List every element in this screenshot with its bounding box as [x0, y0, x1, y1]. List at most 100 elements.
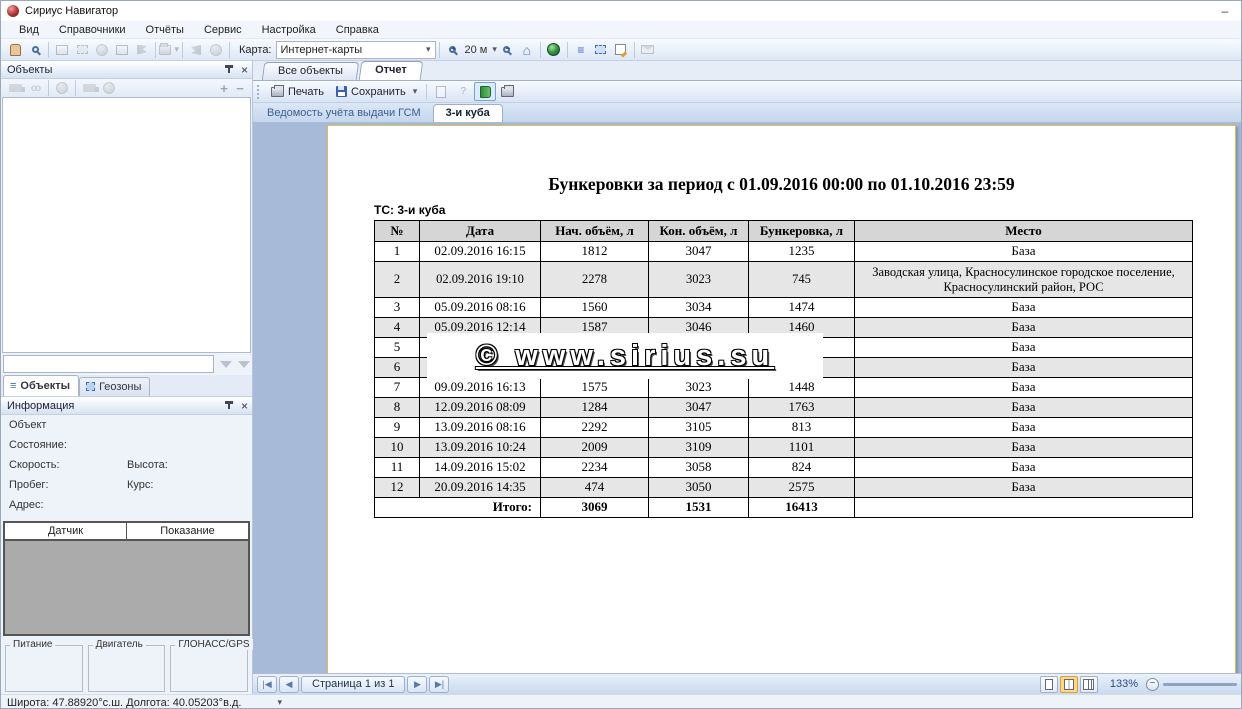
zoom-select-icon[interactable]	[25, 41, 45, 59]
pan-icon[interactable]	[5, 41, 25, 59]
filter-icon[interactable]	[220, 361, 232, 368]
report-tab-1[interactable]: 3-и куба	[433, 104, 503, 122]
report-col-header: Бункеровка, л	[749, 221, 855, 242]
menu-item-5[interactable]: Справка	[326, 23, 389, 37]
group-box-2: ГЛОНАСС/GPS	[170, 645, 248, 692]
mail-icon[interactable]	[638, 41, 658, 59]
track-object-icon[interactable]	[99, 79, 119, 97]
sidebar-tab-0[interactable]: ≡Объекты	[3, 375, 79, 396]
report-col-header: Дата	[420, 221, 541, 242]
flag-tool-icon[interactable]	[132, 41, 152, 59]
main-area: Все объектыОтчет Печать Сохранить ▾ ?	[253, 61, 1241, 694]
group-box-0: Питание	[5, 645, 83, 692]
first-page-button[interactable]: |◀	[257, 676, 277, 693]
report-row-9: 913.09.2016 08:1622923105813База	[375, 418, 1193, 438]
save-button[interactable]: Сохранить ▾	[330, 82, 423, 101]
state-label: Состояние:	[9, 439, 67, 459]
report-viewer[interactable]: Бункеровки за период с 01.09.2016 00:00 …	[253, 122, 1241, 673]
objects-panel-title: Объекты	[7, 64, 224, 76]
report-tab-0[interactable]: Ведомость учёта выдачи ГСМ	[255, 105, 433, 122]
coordinates-text: Широта: 47.88920°с.ш. Долгота: 40.05203°…	[7, 697, 241, 709]
toolbar-grip	[257, 85, 261, 99]
map-toolbar: ▾ Карта: Интернет-карты ▾ + 20 м ▾ − ⌂ ≡	[1, 39, 1241, 61]
geozone-select-icon[interactable]	[591, 41, 611, 59]
status-bar: Широта: 47.88920°с.ш. Долгота: 40.05203°…	[1, 694, 1241, 709]
report-toolbar: Печать Сохранить ▾ ?	[253, 81, 1241, 103]
collapse-all-icon[interactable]: −	[232, 81, 248, 96]
single-page-view-button[interactable]	[1040, 676, 1058, 693]
globe-icon[interactable]	[544, 41, 564, 59]
objects-list-icon[interactable]: ≡	[571, 41, 591, 59]
select-area-icon[interactable]	[52, 41, 72, 59]
objects-tree[interactable]	[2, 97, 251, 353]
app-icon	[7, 5, 19, 17]
report-col-header: Место	[855, 221, 1193, 242]
menu-item-3[interactable]: Сервис	[194, 23, 252, 37]
menu-item-0[interactable]: Вид	[9, 23, 49, 37]
expand-all-icon[interactable]: +	[216, 81, 232, 96]
window-title: Сириус Навигатор	[25, 5, 1215, 17]
report-tabs: Ведомость учёта выдачи ГСМ3-и куба	[253, 103, 1241, 122]
zoom-in-icon[interactable]: +	[443, 41, 463, 59]
print-button[interactable]: Печать	[265, 82, 330, 101]
add-group-icon[interactable]	[5, 79, 25, 97]
main-tab-1[interactable]: Отчет	[359, 61, 423, 80]
sidebar-tab-label: Объекты	[20, 380, 70, 392]
pin-icon[interactable]	[224, 65, 235, 76]
zoom-out-button[interactable]: −	[1146, 678, 1159, 691]
report-totals-row: Итого:3069153116413	[375, 498, 1193, 518]
track-icon[interactable]	[206, 41, 226, 59]
last-page-button[interactable]: ▶|	[429, 676, 449, 693]
zoom-percent: 133%	[1110, 678, 1138, 690]
report-col-header: №	[375, 221, 420, 242]
home-icon[interactable]: ⌂	[517, 41, 537, 59]
close-icon[interactable]: ×	[241, 64, 248, 76]
sidebar-tab-1[interactable]: Геозоны	[79, 377, 150, 396]
rectangle-tool-icon[interactable]	[112, 41, 132, 59]
circle-tool-icon[interactable]	[92, 41, 112, 59]
zoom-out-icon[interactable]: −	[497, 41, 517, 59]
help-button[interactable]: ?	[452, 82, 474, 101]
menu-item-2[interactable]: Отчёты	[136, 23, 194, 37]
filter-input[interactable]	[3, 355, 214, 373]
page-setup-button[interactable]	[430, 82, 452, 101]
vehicle-icon[interactable]	[79, 79, 99, 97]
info-panel-header: Информация ×	[1, 397, 252, 415]
book-view-button[interactable]	[474, 82, 496, 101]
close-icon[interactable]: ×	[241, 400, 248, 412]
save-dropdown-icon[interactable]: ▾	[413, 86, 418, 97]
report-row-11: 1114.09.2016 15:0222343058824База	[375, 458, 1193, 478]
menu-item-1[interactable]: Справочники	[49, 23, 136, 37]
main-tab-0[interactable]: Все объекты	[262, 62, 359, 80]
object-label: Объект	[9, 419, 46, 439]
zoom-slider[interactable]	[1163, 683, 1237, 686]
info-panel-title: Информация	[7, 400, 224, 412]
edit-geozone-icon[interactable]	[72, 41, 92, 59]
show-on-map-icon[interactable]	[52, 79, 72, 97]
minimize-button[interactable]: –	[1215, 4, 1235, 18]
book-icon	[480, 86, 491, 98]
layers-folder-icon[interactable]: ▾	[159, 41, 179, 59]
next-page-button[interactable]: ▶	[407, 676, 427, 693]
map-select[interactable]: Интернет-карты ▾	[276, 41, 436, 59]
fit-width-view-button[interactable]	[1060, 676, 1078, 693]
edit-note-icon[interactable]	[611, 41, 631, 59]
objects-panel-header: Объекты ×	[1, 61, 252, 79]
print-preview-button[interactable]	[496, 82, 518, 101]
report-row-2: 202.09.2016 19:1022783023745Заводская ул…	[375, 262, 1193, 298]
link-objects-icon[interactable]: oo	[25, 79, 45, 97]
menu-item-4[interactable]: Настройка	[252, 23, 326, 37]
title-bar: Сириус Навигатор –	[1, 1, 1241, 21]
prev-page-button[interactable]: ◀	[279, 676, 299, 693]
pin-icon[interactable]	[224, 401, 235, 412]
filter-row	[1, 353, 252, 375]
clear-filter-icon[interactable]	[238, 361, 250, 368]
multi-page-view-button[interactable]	[1080, 676, 1098, 693]
status-caret-icon[interactable]: ▾	[277, 697, 282, 708]
speed-label: Скорость:	[9, 459, 127, 479]
sidebar-tabs: ≡ОбъектыГеозоны	[1, 375, 252, 397]
ruler-icon[interactable]	[186, 41, 206, 59]
geozone-icon	[86, 382, 95, 391]
print-label: Печать	[288, 86, 324, 98]
group-box-label: ГЛОНАСС/GPS	[175, 639, 252, 650]
